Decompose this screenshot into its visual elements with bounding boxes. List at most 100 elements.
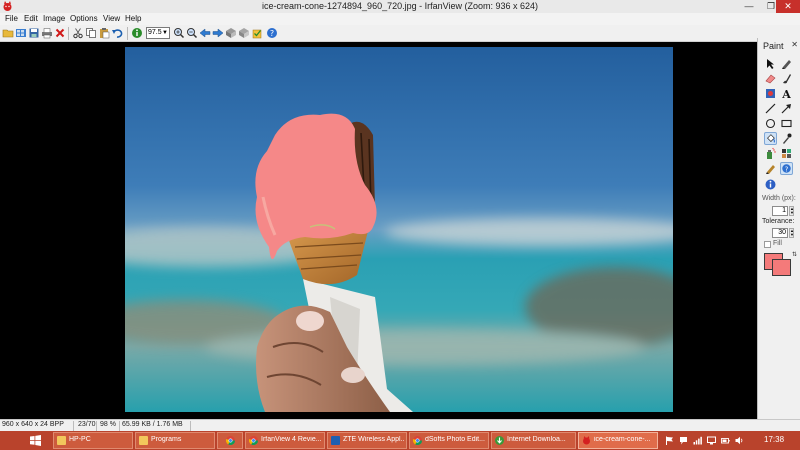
taskbar-item-programs[interactable]: Programs xyxy=(135,432,215,449)
notification-icon[interactable] xyxy=(679,436,688,445)
print-icon[interactable] xyxy=(41,27,53,39)
zoom-out-icon[interactable] xyxy=(186,27,198,39)
photo-ice-cream-cone[interactable] xyxy=(125,47,673,412)
folder-icon xyxy=(139,436,148,445)
battery-icon[interactable] xyxy=(721,436,730,445)
fill-label: Fill xyxy=(773,240,782,247)
irfanview-icon xyxy=(583,436,590,445)
menu-view[interactable]: View xyxy=(103,14,120,23)
text-icon[interactable]: A xyxy=(780,87,793,100)
folder-icon xyxy=(57,436,66,445)
settings-icon[interactable] xyxy=(251,27,263,39)
chrome-icon xyxy=(249,436,258,445)
toolbar-separator xyxy=(68,27,69,40)
previous-icon[interactable] xyxy=(199,27,211,39)
volume-icon[interactable] xyxy=(735,436,744,445)
width-label: Width (px): xyxy=(762,195,796,202)
menu-file[interactable]: File xyxy=(5,14,18,23)
taskbar-item-label: IrfanView 4 Revie... xyxy=(261,436,322,443)
toolbar-separator xyxy=(127,27,128,40)
tolerance-spinner[interactable]: ▲ ▼ xyxy=(789,228,794,238)
delete-icon[interactable] xyxy=(54,27,66,39)
flag-icon[interactable] xyxy=(665,436,674,445)
hand-icon[interactable] xyxy=(238,27,250,39)
close-icon[interactable]: ✕ xyxy=(791,40,798,49)
close-button[interactable]: ✕ xyxy=(776,0,800,13)
windows-start-icon[interactable] xyxy=(30,435,41,446)
color-picker-icon[interactable] xyxy=(780,132,793,145)
info-icon[interactable] xyxy=(764,178,777,191)
arrow-icon[interactable] xyxy=(780,102,793,115)
window-title: ice-cream-cone-1274894_960_720.jpg - Irf… xyxy=(262,1,538,11)
chrome-icon xyxy=(413,436,422,445)
zoom-select[interactable]: 97.5 ▼ xyxy=(146,27,170,39)
menu-image[interactable]: Image xyxy=(43,14,65,23)
fill-checkbox[interactable] xyxy=(764,241,771,248)
swap-colors-icon[interactable]: ⇅ xyxy=(792,251,797,258)
taskbar-item-label: dSofts Photo Edit... xyxy=(425,436,485,443)
menu-help[interactable]: Help xyxy=(125,14,141,23)
taskbar-item-internet-download[interactable]: Internet Downloa... xyxy=(491,432,576,449)
chevron-down-icon: ▼ xyxy=(162,30,168,36)
minimize-button[interactable]: — xyxy=(738,0,760,13)
taskbar-item-zte-wireless[interactable]: ZTE Wireless Appl... xyxy=(327,432,407,449)
pointer-icon[interactable] xyxy=(764,57,777,70)
menu-edit[interactable]: Edit xyxy=(24,14,38,23)
svg-text:A: A xyxy=(781,88,791,100)
undo-icon[interactable] xyxy=(111,27,123,39)
pencil-icon[interactable] xyxy=(780,57,793,70)
info-icon[interactable] xyxy=(131,27,143,39)
status-divider xyxy=(96,421,97,431)
help-icon[interactable]: ? xyxy=(780,162,793,175)
paste-icon[interactable] xyxy=(98,27,110,39)
mosaic-icon[interactable] xyxy=(780,147,793,160)
status-index: 23/70 xyxy=(78,421,96,428)
title-bar: ice-cream-cone-1274894_960_720.jpg - Irf… xyxy=(0,0,800,13)
taskbar-item-irfanview[interactable]: ice-cream-cone-... xyxy=(578,432,658,449)
brush-icon[interactable] xyxy=(780,72,793,85)
status-bar: 960 x 640 x 24 BPP 23/70 98 % 65.99 KB /… xyxy=(0,419,800,431)
taskbar-item-irfanview-review[interactable]: IrfanView 4 Revie... xyxy=(245,432,325,449)
idm-icon xyxy=(495,436,504,445)
next-icon[interactable] xyxy=(212,27,224,39)
copy-icon[interactable] xyxy=(85,27,97,39)
spray-icon[interactable] xyxy=(764,147,777,160)
taskbar-item-label: Programs xyxy=(151,436,182,443)
taskbar-item-dsofts-photo[interactable]: dSofts Photo Edit... xyxy=(409,432,489,449)
paint-panel-title: Paint xyxy=(763,41,784,51)
eraser-icon[interactable] xyxy=(764,72,777,85)
rectangle-icon[interactable] xyxy=(780,117,793,130)
line-icon[interactable] xyxy=(764,102,777,115)
slideshow-icon[interactable] xyxy=(225,27,237,39)
chrome-icon xyxy=(226,436,235,445)
irfanview-window: ice-cream-cone-1274894_960_720.jpg - Irf… xyxy=(0,0,800,450)
taskbar-item-label: ice-cream-cone-... xyxy=(594,436,651,443)
help-icon[interactable]: ? xyxy=(266,27,278,39)
connection-icon[interactable] xyxy=(707,436,716,445)
status-divider xyxy=(73,421,74,431)
tolerance-input[interactable]: 30 xyxy=(772,228,788,238)
toolbar: 97.5 ▼ ? xyxy=(0,25,800,42)
taskbar: HP-PC Programs IrfanView 4 Revie... ZTE … xyxy=(0,431,800,450)
cut-icon[interactable] xyxy=(72,27,84,39)
width-input[interactable]: 1 xyxy=(772,206,788,216)
marker-icon[interactable] xyxy=(764,162,777,175)
taskbar-item-label: HP-PC xyxy=(69,436,91,443)
save-icon[interactable] xyxy=(28,27,40,39)
taskbar-item-label: ZTE Wireless Appl... xyxy=(343,436,404,443)
taskbar-clock: 17:38 xyxy=(764,435,785,444)
thumbnails-icon[interactable] xyxy=(15,27,27,39)
menu-bar: File Edit Image Options View Help xyxy=(0,13,800,25)
zoom-in-icon[interactable] xyxy=(173,27,185,39)
background-color-swatch[interactable] xyxy=(772,259,791,276)
taskbar-item-hp-pc[interactable]: HP-PC xyxy=(53,432,133,449)
circle-icon[interactable] xyxy=(764,117,777,130)
menu-options[interactable]: Options xyxy=(70,14,98,23)
taskbar-item-chrome[interactable] xyxy=(217,432,243,449)
network-icon[interactable] xyxy=(693,436,702,445)
image-viewport[interactable] xyxy=(0,42,757,419)
open-icon[interactable] xyxy=(2,27,14,39)
clone-stamp-icon[interactable] xyxy=(764,87,777,100)
fill-bucket-icon[interactable] xyxy=(764,132,777,145)
width-spinner[interactable]: ▲ ▼ xyxy=(789,206,794,216)
